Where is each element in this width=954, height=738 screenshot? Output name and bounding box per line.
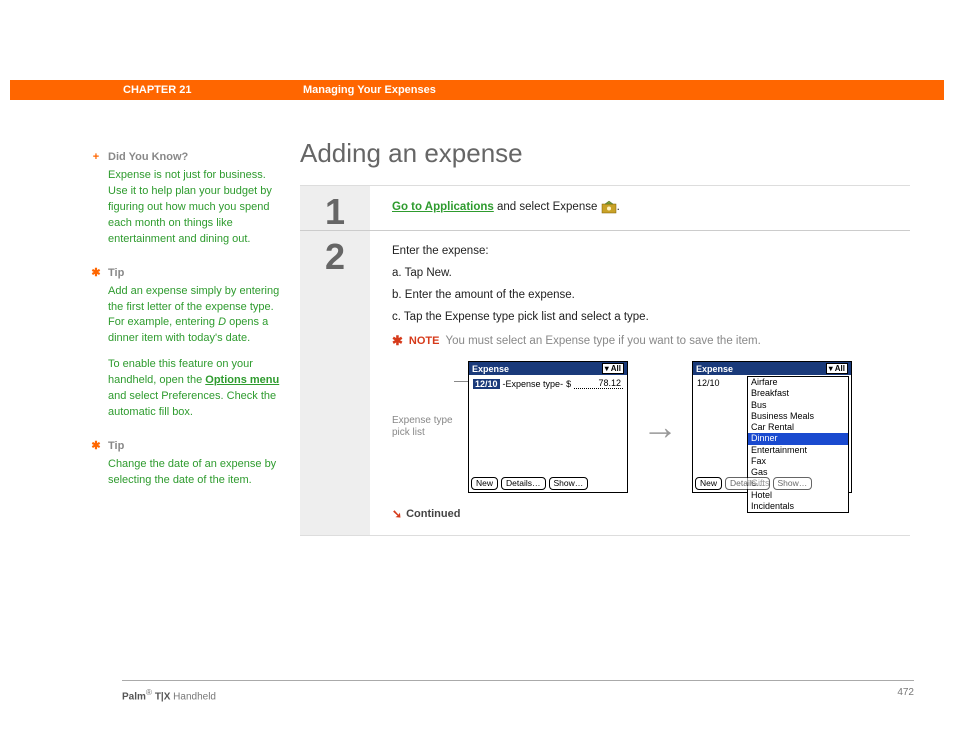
note-icon: ✱: [392, 333, 403, 349]
palm-screen-before: Expense ▾ All 12/10 -Expense type- $ 78.…: [468, 361, 628, 493]
note-text: You must select an Expense type if you w…: [445, 335, 760, 347]
show-button[interactable]: Show…: [773, 477, 813, 490]
palm-screen-after: Expense ▾ All 12/10 78.12 AirfareBreakfa…: [692, 361, 852, 493]
go-to-applications-link[interactable]: Go to Applications: [392, 201, 494, 213]
plus-icon: +: [90, 150, 102, 166]
note-label: NOTE: [409, 335, 440, 347]
step-2-intro: Enter the expense:: [392, 245, 900, 257]
page-number: 472: [897, 687, 914, 702]
tip2-head: Tip: [108, 439, 124, 455]
chapter-title: Managing Your Expenses: [303, 84, 436, 96]
new-button[interactable]: New: [695, 477, 722, 490]
step-1-text: Go to Applications and select Expense .: [392, 200, 900, 214]
picklist-label: Expense type pick list: [392, 415, 454, 439]
show-button[interactable]: Show…: [549, 477, 589, 490]
type-option[interactable]: Airfare: [748, 377, 848, 388]
type-option[interactable]: Dinner: [748, 433, 848, 444]
did-you-know-body: Expense is not just for business. Use it…: [108, 168, 283, 248]
expense-type-list[interactable]: AirfareBreakfastBusBusiness MealsCar Ren…: [747, 376, 849, 513]
category-dropdown[interactable]: ▾ All: [602, 363, 624, 374]
category-dropdown[interactable]: ▾ All: [826, 363, 848, 374]
amount-field[interactable]: 78.12: [574, 378, 623, 389]
type-option[interactable]: Business Meals: [748, 411, 848, 422]
screen-title: Expense: [696, 364, 733, 374]
expense-date[interactable]: 12/10: [473, 379, 500, 389]
footer-brand: Palm® T|X Handheld: [122, 687, 216, 702]
chapter-header: CHAPTER 21 Managing Your Expenses: [10, 80, 944, 100]
tip2-body: Change the date of an expense by selecti…: [108, 457, 283, 489]
new-button[interactable]: New: [471, 477, 498, 490]
type-option[interactable]: Car Rental: [748, 422, 848, 433]
options-menu-link[interactable]: Options menu: [205, 374, 279, 386]
step-1-num: 1: [325, 194, 345, 230]
type-option[interactable]: Breakfast: [748, 388, 848, 399]
tip1-head: Tip: [108, 266, 124, 282]
expense-type-field[interactable]: -Expense type-: [503, 379, 564, 389]
step-2a: a. Tap New.: [392, 267, 900, 279]
sidebar: + Did You Know? Expense is not just for …: [108, 150, 283, 507]
details-button[interactable]: Details…: [725, 477, 769, 490]
step-1: 1 Go to Applications and select Expense …: [300, 186, 910, 231]
asterisk-icon: ✱: [90, 266, 102, 282]
screenshots-row: Expense type pick list Expense ▾ All 12/…: [392, 361, 900, 493]
main-content: Adding an expense 1 Go to Applications a…: [300, 138, 910, 536]
page-title: Adding an expense: [300, 138, 910, 169]
type-option[interactable]: Bus: [748, 400, 848, 411]
step-2-num: 2: [325, 239, 345, 275]
continued-icon: ➘: [392, 507, 402, 521]
tip2-block: ✱ Tip Change the date of an expense by s…: [108, 439, 283, 489]
step-2c: c. Tap the Expense type pick list and se…: [392, 311, 900, 323]
type-option[interactable]: Incidentals: [748, 501, 848, 512]
chapter-label: CHAPTER 21: [123, 84, 303, 96]
tip1-block: ✱ Tip Add an expense simply by entering …: [108, 266, 283, 421]
step-2b: b. Enter the amount of the expense.: [392, 289, 900, 301]
currency-symbol: $: [566, 379, 571, 389]
pointer-line: [454, 381, 468, 382]
footer: Palm® T|X Handheld 472: [122, 680, 914, 702]
tip1-body: Add an expense simply by entering the fi…: [108, 284, 283, 348]
did-you-know-head: Did You Know?: [108, 150, 188, 166]
type-option[interactable]: Hotel: [748, 490, 848, 501]
screen-title: Expense: [472, 364, 509, 374]
asterisk-icon: ✱: [90, 439, 102, 455]
expense-date: 12/10: [697, 378, 720, 388]
did-you-know-block: + Did You Know? Expense is not just for …: [108, 150, 283, 248]
type-option[interactable]: Fax: [748, 456, 848, 467]
expense-app-icon: [601, 200, 617, 214]
note: ✱ NOTE You must select an Expense type i…: [392, 333, 900, 349]
details-button[interactable]: Details…: [501, 477, 545, 490]
step-2: 2 Enter the expense: a. Tap New. b. Ente…: [300, 231, 910, 535]
step-2-list: a. Tap New. b. Enter the amount of the e…: [392, 267, 900, 323]
arrow-right-icon: →: [642, 406, 678, 448]
tip1-body2: To enable this feature on your handheld,…: [108, 357, 283, 421]
type-option[interactable]: Entertainment: [748, 445, 848, 456]
